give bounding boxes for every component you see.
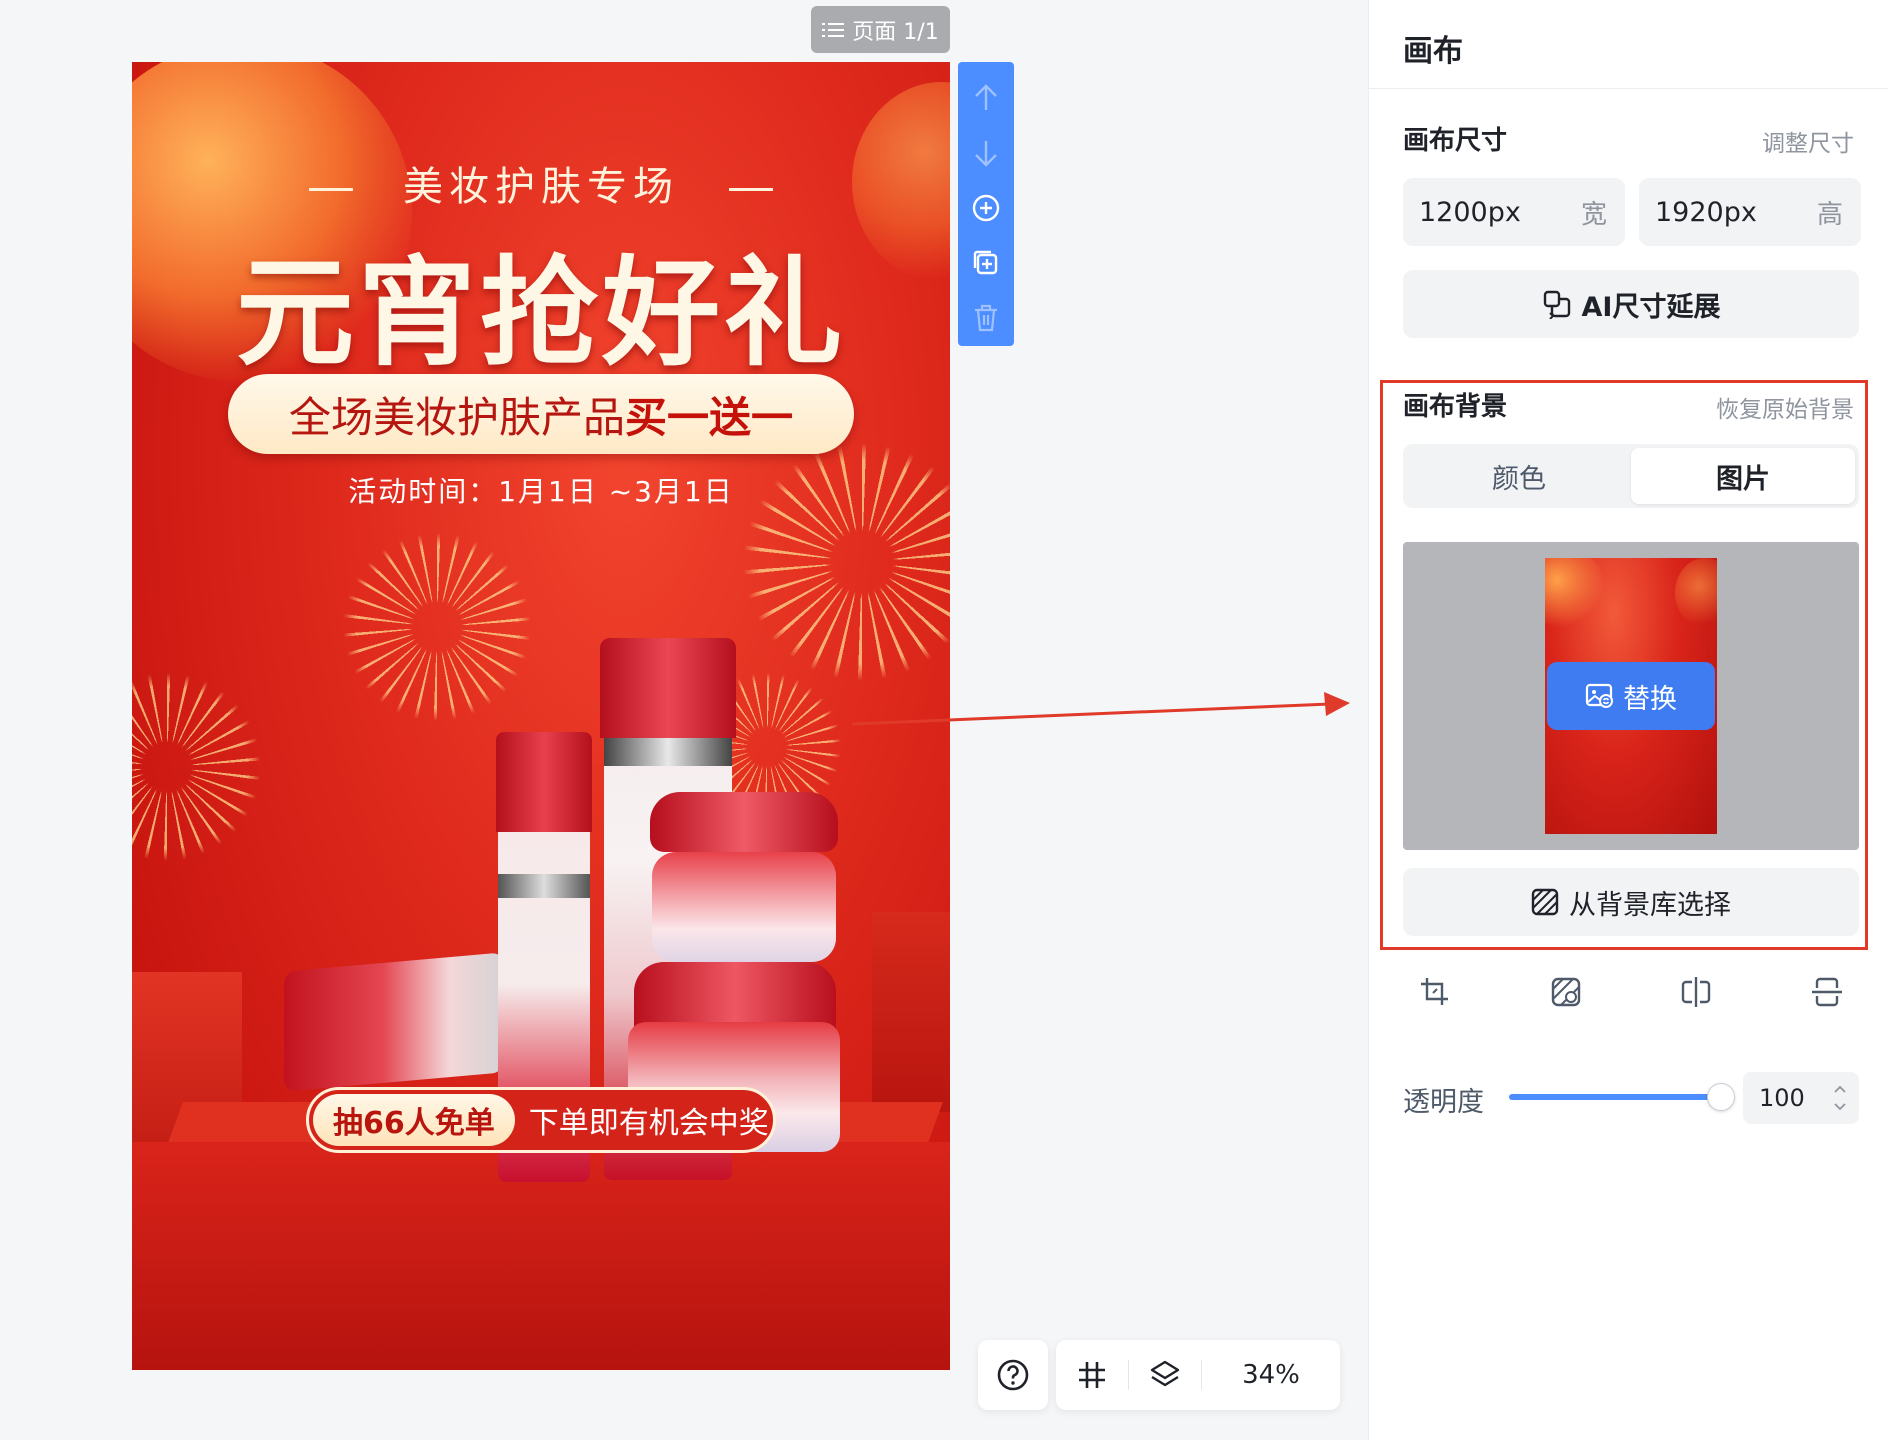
- page-indicator[interactable]: 页面 1/1: [811, 6, 950, 53]
- product-jar-lid: [650, 792, 838, 852]
- width-field[interactable]: 1200px 宽: [1403, 178, 1625, 246]
- matting-icon[interactable]: [1544, 970, 1588, 1014]
- lottery-text: 下单即有机会中奖: [528, 1106, 769, 1141]
- flip-horizontal-icon[interactable]: [1674, 970, 1718, 1014]
- display-box: [872, 912, 950, 1112]
- panel-title: 画布: [1403, 34, 1463, 69]
- help-button[interactable]: [978, 1340, 1048, 1410]
- width-value: 1200px: [1419, 196, 1521, 228]
- firework-decoration: [342, 532, 532, 722]
- adjust-size-link[interactable]: 调整尺寸: [1762, 124, 1854, 158]
- opacity-slider-handle[interactable]: [1707, 1083, 1735, 1111]
- flip-vertical-icon[interactable]: [1805, 970, 1849, 1014]
- poster-canvas[interactable]: 美妆护肤专场 元宵抢好礼 全场美妆护肤产品 买一送一 活动时间：1月1日 ~3月1…: [132, 62, 950, 1370]
- ai-extend-label: AI尺寸延展: [1581, 291, 1721, 323]
- opacity-slider[interactable]: [1509, 1094, 1719, 1100]
- canvas-workspace: 页面 1/1 美妆护肤专场 元宵抢好礼 全场美妆护肤产品 买一送一 活动时间：1月…: [0, 0, 1368, 1440]
- layers-button[interactable]: [1129, 1340, 1201, 1410]
- ai-extend-icon: [1543, 290, 1570, 319]
- lottery-banner: 抽66人免单 下单即有机会中奖: [306, 1087, 776, 1153]
- stepper-icon[interactable]: [1833, 1080, 1847, 1116]
- product-cream-tube: [284, 952, 504, 1092]
- canvas-size-label: 画布尺寸: [1403, 126, 1508, 156]
- delete-page-icon[interactable]: [966, 291, 1006, 346]
- duplicate-page-icon[interactable]: [966, 236, 1006, 291]
- grid-button[interactable]: [1056, 1340, 1128, 1410]
- height-value: 1920px: [1655, 196, 1757, 228]
- poster-subtitle: 美妆护肤专场: [132, 154, 950, 212]
- bottom-toolbar: 34%: [1056, 1340, 1340, 1410]
- help-icon: [997, 1359, 1029, 1391]
- page-toolbar: [958, 62, 1014, 346]
- height-field[interactable]: 1920px 高: [1639, 178, 1861, 246]
- promo-banner: 全场美妆护肤产品 买一送一: [228, 374, 854, 454]
- opacity-label: 透明度: [1403, 1087, 1484, 1118]
- arrow-up-icon[interactable]: [966, 70, 1006, 125]
- layers-icon: [1150, 1360, 1180, 1387]
- event-date: 活动时间：1月1日 ~3月1日: [348, 475, 734, 508]
- arrow-down-icon[interactable]: [966, 125, 1006, 180]
- poster-headline: 元宵抢好礼: [235, 244, 846, 382]
- opacity-value: 100: [1759, 1084, 1805, 1112]
- annotation-highlight-box: [1380, 380, 1868, 950]
- height-unit: 高: [1816, 199, 1843, 230]
- grid-icon: [1079, 1362, 1105, 1388]
- opacity-input[interactable]: 100: [1743, 1072, 1859, 1124]
- product-cream-jar: [652, 852, 836, 962]
- zoom-level[interactable]: 34%: [1202, 1360, 1340, 1390]
- lottery-tag: 抽66人免单: [313, 1094, 515, 1146]
- firework-decoration: [132, 672, 262, 862]
- image-tools: [1403, 970, 1859, 1014]
- crop-icon[interactable]: [1413, 970, 1457, 1014]
- ai-extend-button[interactable]: AI尺寸延展: [1403, 270, 1859, 338]
- list-icon: [822, 21, 845, 39]
- width-unit: 宽: [1580, 199, 1607, 230]
- page-indicator-label: 页面 1/1: [852, 19, 939, 45]
- add-page-icon[interactable]: [966, 180, 1006, 235]
- annotation-arrow: [851, 692, 1350, 726]
